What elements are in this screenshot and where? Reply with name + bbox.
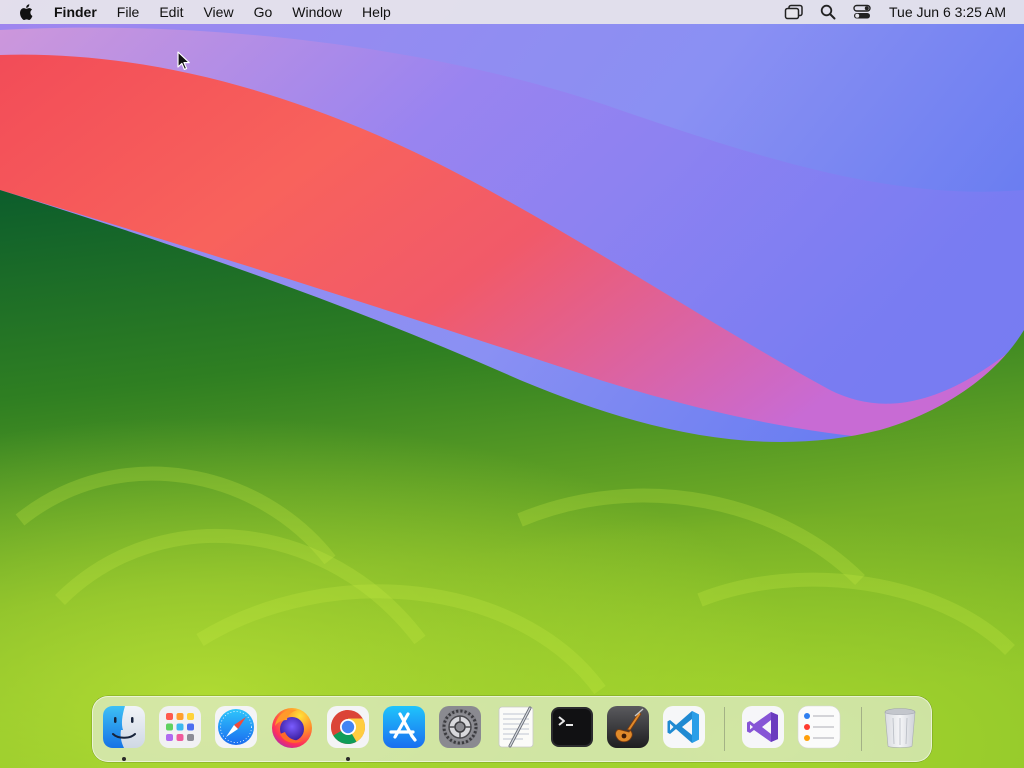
apple-menu[interactable] — [16, 2, 36, 22]
running-indicator-finder — [122, 757, 126, 761]
menu-help[interactable]: Help — [352, 0, 401, 24]
safari-icon — [215, 706, 257, 748]
dock-separator-trash — [861, 707, 862, 751]
dock-app-finder[interactable] — [101, 704, 147, 750]
dock-app-launchpad[interactable] — [157, 704, 203, 750]
terminal-icon — [551, 707, 593, 747]
desktop: Finder File Edit View Go Window Help Tue… — [0, 0, 1024, 768]
screen-mirroring-icon[interactable] — [783, 2, 805, 22]
spotlight-search-icon[interactable] — [817, 2, 839, 22]
dock-app-reminders[interactable] — [796, 704, 842, 750]
dock-app-textedit[interactable] — [493, 704, 539, 750]
menu-edit[interactable]: Edit — [149, 0, 193, 24]
dock-app-safari[interactable] — [213, 704, 259, 750]
chrome-icon — [327, 706, 369, 748]
dock-app-visual-studio[interactable] — [740, 704, 786, 750]
apple-logo-icon — [20, 4, 33, 20]
app-store-icon — [383, 706, 425, 748]
visual-studio-icon — [742, 706, 784, 748]
system-settings-icon — [439, 706, 481, 748]
control-center-icon[interactable] — [851, 2, 873, 22]
dock — [92, 696, 932, 762]
mouse-cursor-icon — [177, 51, 190, 70]
wallpaper — [0, 0, 1024, 768]
firefox-icon — [272, 708, 312, 748]
running-indicator-chrome — [346, 757, 350, 761]
dock-app-terminal[interactable] — [549, 704, 595, 750]
dock-app-app-store[interactable] — [381, 704, 427, 750]
dock-trash[interactable] — [877, 704, 923, 750]
finder-icon — [103, 706, 145, 748]
garageband-icon — [607, 706, 649, 748]
menu-app-name[interactable]: Finder — [52, 0, 107, 24]
menu-clock[interactable]: Tue Jun 6 3:25 AM — [889, 4, 1006, 20]
reminders-icon — [797, 705, 841, 749]
dock-app-garageband[interactable] — [605, 704, 651, 750]
menu-go[interactable]: Go — [244, 0, 283, 24]
menu-file[interactable]: File — [107, 0, 150, 24]
menu-view[interactable]: View — [193, 0, 243, 24]
dock-app-firefox[interactable] — [269, 704, 315, 750]
menu-bar: Finder File Edit View Go Window Help Tue… — [0, 0, 1024, 24]
launchpad-icon — [159, 706, 201, 748]
dock-app-system-settings[interactable] — [437, 704, 483, 750]
menu-window[interactable]: Window — [282, 0, 352, 24]
dock-app-vscode[interactable] — [661, 704, 707, 750]
dock-app-chrome[interactable] — [325, 704, 371, 750]
textedit-icon — [498, 706, 534, 748]
vscode-icon — [663, 706, 705, 748]
trash-icon — [884, 708, 916, 748]
dock-separator — [724, 707, 725, 751]
